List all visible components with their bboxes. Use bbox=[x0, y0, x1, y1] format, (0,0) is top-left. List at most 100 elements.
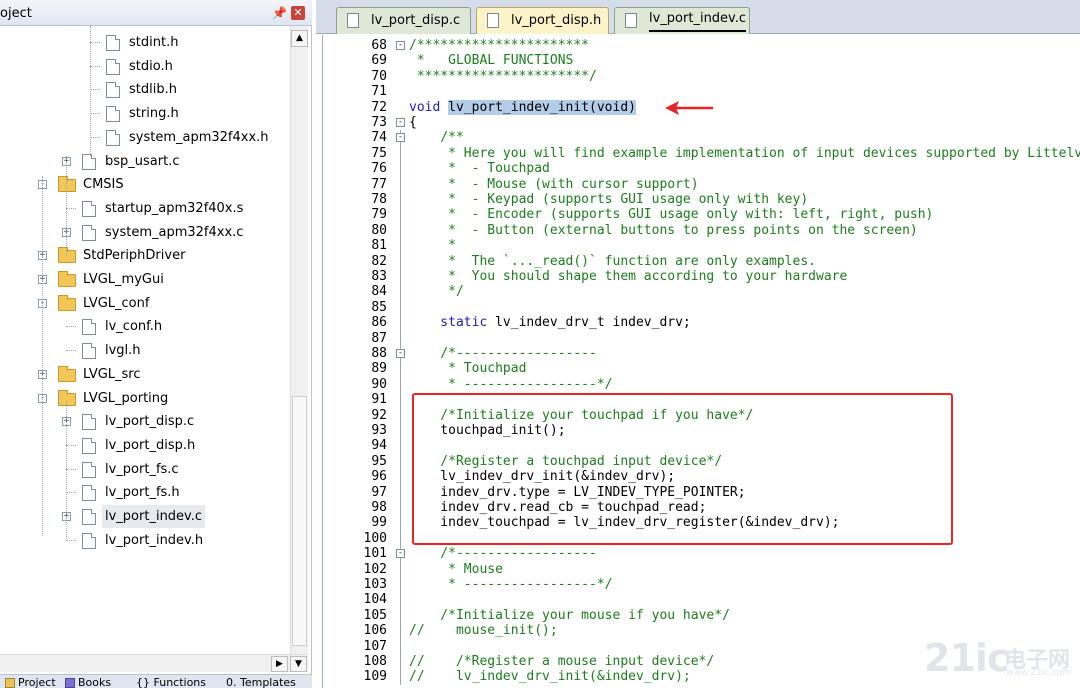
file-icon bbox=[82, 153, 96, 170]
code-token: { bbox=[409, 115, 417, 130]
tree-folder[interactable]: + LVGL_src bbox=[0, 363, 290, 386]
code-token: indev_drv.type = LV_INDEV_TYPE_POINTER; bbox=[409, 484, 746, 500]
file-icon bbox=[347, 13, 359, 28]
tree-folder[interactable]: - LVGL_porting bbox=[0, 387, 290, 410]
editor-tab[interactable]: lv_port_indev.c bbox=[614, 7, 750, 34]
tree-connector bbox=[66, 492, 76, 494]
tree-folder[interactable]: + LVGL_myGui bbox=[0, 268, 290, 291]
code-line: 70 **********************/ bbox=[323, 69, 1080, 84]
panel-title: oject bbox=[0, 6, 32, 21]
tree-file[interactable]: startup_apm32f40x.s bbox=[0, 197, 290, 220]
code-text: * You should shape them according to you… bbox=[409, 269, 847, 284]
scroll-up-icon[interactable]: ▲ bbox=[291, 30, 308, 47]
file-icon bbox=[82, 532, 96, 549]
tree-file[interactable]: lv_conf.h bbox=[0, 315, 290, 338]
code-token: // /*Register a mouse input device*/ bbox=[409, 654, 715, 669]
code-token: /** bbox=[409, 130, 464, 146]
tree-file[interactable]: + lv_port_indev.c bbox=[0, 505, 290, 528]
scrollbar-thumb[interactable] bbox=[292, 396, 307, 646]
tree-file[interactable]: lv_port_indev.h bbox=[0, 529, 290, 552]
line-number: 95 bbox=[371, 453, 387, 469]
tree-file[interactable]: system_apm32f4xx.h bbox=[0, 126, 290, 149]
line-number: 105 bbox=[363, 607, 387, 623]
tab-functions[interactable]: {} Functions bbox=[124, 676, 206, 688]
tree-file[interactable]: string.h bbox=[0, 102, 290, 125]
vertical-scrollbar[interactable]: ▲ bbox=[290, 26, 308, 654]
tree-guide-line bbox=[42, 176, 43, 536]
code-token: * - Encoder (supports GUI usage only wit… bbox=[409, 207, 934, 223]
code-token: * - Keypad (supports GUI usage only with… bbox=[409, 192, 809, 207]
folder-icon bbox=[58, 294, 76, 311]
code-line: 92 /*Initialize your touchpad if you hav… bbox=[323, 408, 1080, 423]
code-token: indev_drv.read_cb = touchpad_read; bbox=[409, 500, 707, 515]
tab-label: 0. Templates bbox=[226, 676, 296, 688]
fold-toggle-icon[interactable]: - bbox=[396, 133, 405, 143]
fold-toggle-icon[interactable]: - bbox=[396, 41, 405, 50]
code-line: 81 * bbox=[323, 238, 1080, 253]
line-number: 76 bbox=[371, 161, 387, 177]
tree-file[interactable]: lv_port_fs.h bbox=[0, 481, 290, 504]
tree-folder[interactable]: - CMSIS bbox=[0, 173, 290, 196]
line-number: 78 bbox=[371, 192, 387, 207]
fold-toggle-icon[interactable]: - bbox=[396, 549, 405, 559]
close-icon[interactable]: ✕ bbox=[291, 6, 305, 20]
code-view[interactable]: 68-/********************** 69 * GLOBAL FU… bbox=[323, 35, 1080, 688]
tab-books[interactable]: Books bbox=[62, 676, 111, 688]
file-icon bbox=[82, 461, 96, 478]
tree-folder[interactable]: + StdPeriphDriver bbox=[0, 244, 290, 267]
code-line: 80 * - Button (external buttons to press… bbox=[323, 223, 1080, 238]
code-editor[interactable]: 68-/********************** 69 * GLOBAL FU… bbox=[322, 35, 1080, 688]
line-number: 70 bbox=[371, 68, 387, 84]
line-number: 87 bbox=[371, 330, 387, 346]
code-token: static bbox=[409, 315, 496, 331]
tree-file[interactable]: + lv_port_disp.c bbox=[0, 410, 290, 433]
code-text: * bbox=[409, 238, 456, 253]
file-icon bbox=[82, 509, 96, 525]
line-number: 83 bbox=[371, 269, 387, 284]
pin-icon[interactable]: 📌 bbox=[272, 5, 287, 21]
folder-icon bbox=[58, 365, 76, 382]
file-icon bbox=[82, 343, 96, 360]
tree-item-label: stdint.h bbox=[129, 35, 179, 50]
code-token: void bbox=[409, 99, 449, 115]
tree-file[interactable]: stdint.h bbox=[0, 31, 290, 54]
file-icon bbox=[106, 58, 120, 75]
scroll-down-icon[interactable]: ▼ bbox=[290, 656, 307, 672]
tree-connector bbox=[90, 113, 100, 115]
horizontal-scrollbar[interactable]: ▶ ▼ bbox=[0, 654, 308, 672]
code-text: static lv_indev_drv_t indev_drv; bbox=[409, 315, 690, 331]
tree-file[interactable]: lv_port_disp.h bbox=[0, 434, 290, 457]
editor-tab[interactable]: lv_port_disp.h bbox=[476, 7, 609, 34]
tree-file[interactable]: lvgl.h bbox=[0, 339, 290, 362]
tree-file[interactable]: stdio.h bbox=[0, 55, 290, 78]
scroll-right-icon[interactable]: ▶ bbox=[271, 656, 288, 672]
line-number: 91 bbox=[371, 392, 387, 408]
code-text: * - Keypad (supports GUI usage only with… bbox=[409, 192, 808, 207]
file-icon bbox=[82, 200, 96, 217]
fold-toggle-icon[interactable]: - bbox=[396, 118, 405, 127]
code-line: 93 touchpad_init(); bbox=[323, 423, 1080, 438]
code-line: 76 * - Touchpad bbox=[323, 161, 1080, 176]
tab-templates[interactable]: 0. Templates bbox=[222, 676, 296, 688]
code-line: 85 bbox=[323, 300, 1080, 315]
selected-code-token: lv_port_indev_init(void) bbox=[448, 99, 636, 115]
tree-file[interactable]: stdlib.h bbox=[0, 78, 290, 101]
tree-file[interactable]: + system_apm32f4xx.c bbox=[0, 221, 290, 244]
tab-project[interactable]: Project bbox=[2, 676, 56, 688]
tree-file[interactable]: lv_port_fs.c bbox=[0, 458, 290, 481]
project-panel: oject 📌 ✕ stdint.h stdio.h stdlib.h string.… bbox=[0, 0, 312, 688]
tree-file[interactable]: + bsp_usart.c bbox=[0, 150, 290, 173]
tab-label: {} Functions bbox=[136, 676, 207, 688]
code-token: indev_touchpad = lv_indev_drv_register(&… bbox=[409, 515, 840, 531]
line-number: 94 bbox=[371, 438, 387, 454]
tree-item-label: CMSIS bbox=[83, 177, 124, 193]
fold-toggle-icon[interactable]: - bbox=[396, 349, 405, 358]
code-text: // /*Register a mouse input device*/ bbox=[409, 654, 714, 669]
code-text: */ bbox=[409, 284, 464, 299]
code-token: * Mouse bbox=[409, 561, 503, 577]
line-number: 107 bbox=[363, 638, 387, 654]
tree-item-label: lv_port_fs.h bbox=[105, 485, 180, 501]
code-text: void lv_port_indev_init(void) bbox=[409, 99, 636, 115]
tree-folder[interactable]: - LVGL_conf bbox=[0, 292, 290, 315]
editor-tab[interactable]: lv_port_disp.c bbox=[336, 7, 471, 34]
